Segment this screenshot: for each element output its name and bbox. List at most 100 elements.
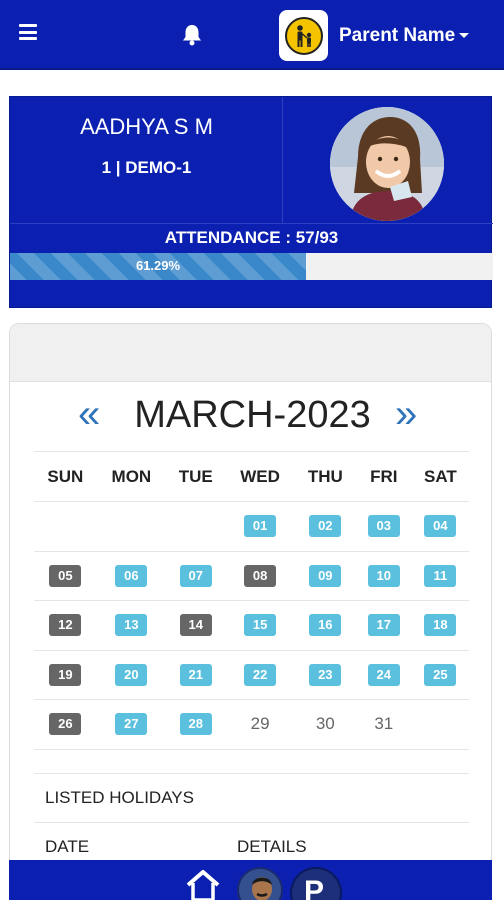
calendar-week-row: 26 27 28 29 30 31	[34, 699, 469, 750]
calendar-title-row: « MARCH-2023 »	[10, 390, 491, 440]
parent-name-dropdown[interactable]: Parent Name	[339, 25, 470, 47]
calendar-cell: 30	[294, 699, 356, 750]
calendar-cell: 18	[411, 600, 469, 651]
day-24-present-badge[interactable]: 24	[367, 663, 400, 686]
weekday-thu: THU	[294, 451, 356, 502]
calendar-cell: 15	[225, 600, 295, 651]
listed-holidays-title: LISTED HOLIDAYS	[45, 788, 194, 807]
teacher-avatar[interactable]	[237, 867, 283, 900]
calendar-cell: 26	[34, 699, 97, 750]
calendar-cell: 17	[355, 600, 412, 651]
month-title: MARCH-2023	[134, 394, 371, 436]
calendar-cell: 10	[355, 551, 412, 601]
day-29: 29	[250, 714, 270, 734]
calendar-cell: 03	[355, 501, 412, 552]
day-22-present-badge[interactable]: 22	[244, 663, 277, 686]
day-15-present-badge[interactable]: 15	[244, 614, 277, 637]
calendar-cell: 07	[166, 551, 226, 601]
prev-month-button[interactable]: «	[78, 392, 100, 436]
weekday-sun: SUN	[34, 451, 97, 502]
day-30: 30	[315, 714, 335, 734]
calendar-week-row: 19 20 21 22 23 24 25	[34, 650, 469, 700]
weekday-sat: SAT	[411, 451, 469, 502]
next-month-button[interactable]: »	[395, 392, 417, 436]
day-28-present-badge[interactable]: 28	[179, 713, 212, 736]
weekday-header-row: SUN MON TUE WED THU FRI SAT	[34, 451, 469, 502]
calendar-week-row: 12 13 14 15 16 17 18	[34, 600, 469, 651]
calendar-cell: 13	[96, 600, 167, 651]
calendar-cell: 12	[34, 600, 97, 651]
bottom-navbar: P	[9, 860, 492, 900]
holidays-details-header: DETAILS	[237, 837, 307, 856]
calendar-week-row: 01 02 03 04	[34, 501, 469, 552]
day-25-present-badge[interactable]: 25	[424, 663, 457, 686]
home-icon[interactable]	[185, 868, 221, 900]
calendar-cell: 27	[96, 699, 167, 750]
calendar-cell: 02	[294, 501, 356, 552]
day-05-absent-badge[interactable]: 05	[49, 564, 82, 587]
attendance-row: ATTENDANCE : 57/93	[10, 223, 493, 253]
calendar-cell: 21	[166, 650, 226, 700]
student-info: AADHYA S M 1 | DEMO-1	[10, 97, 283, 223]
weekday-tue: TUE	[166, 451, 226, 502]
day-26-absent-badge[interactable]: 26	[49, 713, 82, 736]
day-03-present-badge[interactable]: 03	[367, 515, 400, 538]
calendar-cell: 11	[411, 551, 469, 601]
calendar-cell	[96, 501, 167, 552]
weekday-mon: MON	[96, 451, 167, 502]
day-09-present-badge[interactable]: 09	[309, 564, 342, 587]
chevron-down-icon	[459, 33, 470, 39]
holidays-date-header: DATE	[45, 837, 90, 856]
parent-avatar[interactable]	[279, 10, 328, 61]
day-07-present-badge[interactable]: 07	[179, 564, 212, 587]
calendar-cell: 25	[411, 650, 469, 700]
calendar-cell: 01	[225, 501, 295, 552]
day-04-present-badge[interactable]: 04	[424, 515, 457, 538]
day-23-present-badge[interactable]: 23	[309, 663, 342, 686]
day-20-present-badge[interactable]: 20	[115, 663, 148, 686]
student-photo	[330, 107, 444, 221]
weekday-fri: FRI	[355, 451, 412, 502]
day-12-absent-badge[interactable]: 12	[49, 614, 82, 637]
top-navbar: Parent Name	[0, 0, 504, 70]
divider	[34, 773, 469, 774]
calendar-cell: 04	[411, 501, 469, 552]
day-17-present-badge[interactable]: 17	[367, 614, 400, 637]
day-08-absent-badge[interactable]: 08	[244, 564, 277, 587]
calendar-grid: SUN MON TUE WED THU FRI SAT 01 02 03 04 05 06 07 08 09…	[34, 451, 469, 750]
day-27-present-badge[interactable]: 27	[115, 713, 148, 736]
bell-icon[interactable]	[181, 23, 203, 47]
calendar-cell: 20	[96, 650, 167, 700]
day-02-present-badge[interactable]: 02	[309, 515, 342, 538]
student-name: AADHYA S M	[80, 114, 213, 139]
calendar-cell: 19	[34, 650, 97, 700]
attendance-percent: 61.29%	[135, 258, 181, 273]
hamburger-menu-icon[interactable]	[19, 24, 37, 40]
day-10-present-badge[interactable]: 10	[367, 564, 400, 587]
calendar-card-header	[10, 324, 491, 382]
calendar-cell: 09	[294, 551, 356, 601]
day-18-present-badge[interactable]: 18	[424, 614, 457, 637]
calendar-cell: 14	[166, 600, 226, 651]
calendar-cell: 06	[96, 551, 167, 601]
parent-name-label: Parent Name	[339, 25, 456, 46]
day-16-present-badge[interactable]: 16	[309, 614, 342, 637]
day-01-present-badge[interactable]: 01	[244, 515, 277, 538]
calendar-cell	[34, 501, 97, 552]
day-21-present-badge[interactable]: 21	[179, 663, 212, 686]
calendar-cell: 29	[225, 699, 295, 750]
day-13-present-badge[interactable]: 13	[115, 614, 148, 637]
day-19-absent-badge[interactable]: 19	[49, 663, 82, 686]
calendar-cell: 24	[355, 650, 412, 700]
profile-avatar[interactable]: P	[290, 867, 342, 900]
calendar-cell: 23	[294, 650, 356, 700]
calendar-cell: 31	[355, 699, 412, 750]
calendar-cell: 22	[225, 650, 295, 700]
attendance-progress-bar: 61.29%	[10, 253, 493, 280]
calendar-cell	[411, 699, 469, 750]
day-14-absent-badge[interactable]: 14	[179, 614, 212, 637]
day-31: 31	[374, 714, 394, 734]
day-06-present-badge[interactable]: 06	[115, 564, 148, 587]
calendar-cell: 28	[166, 699, 226, 750]
day-11-present-badge[interactable]: 11	[424, 564, 457, 587]
